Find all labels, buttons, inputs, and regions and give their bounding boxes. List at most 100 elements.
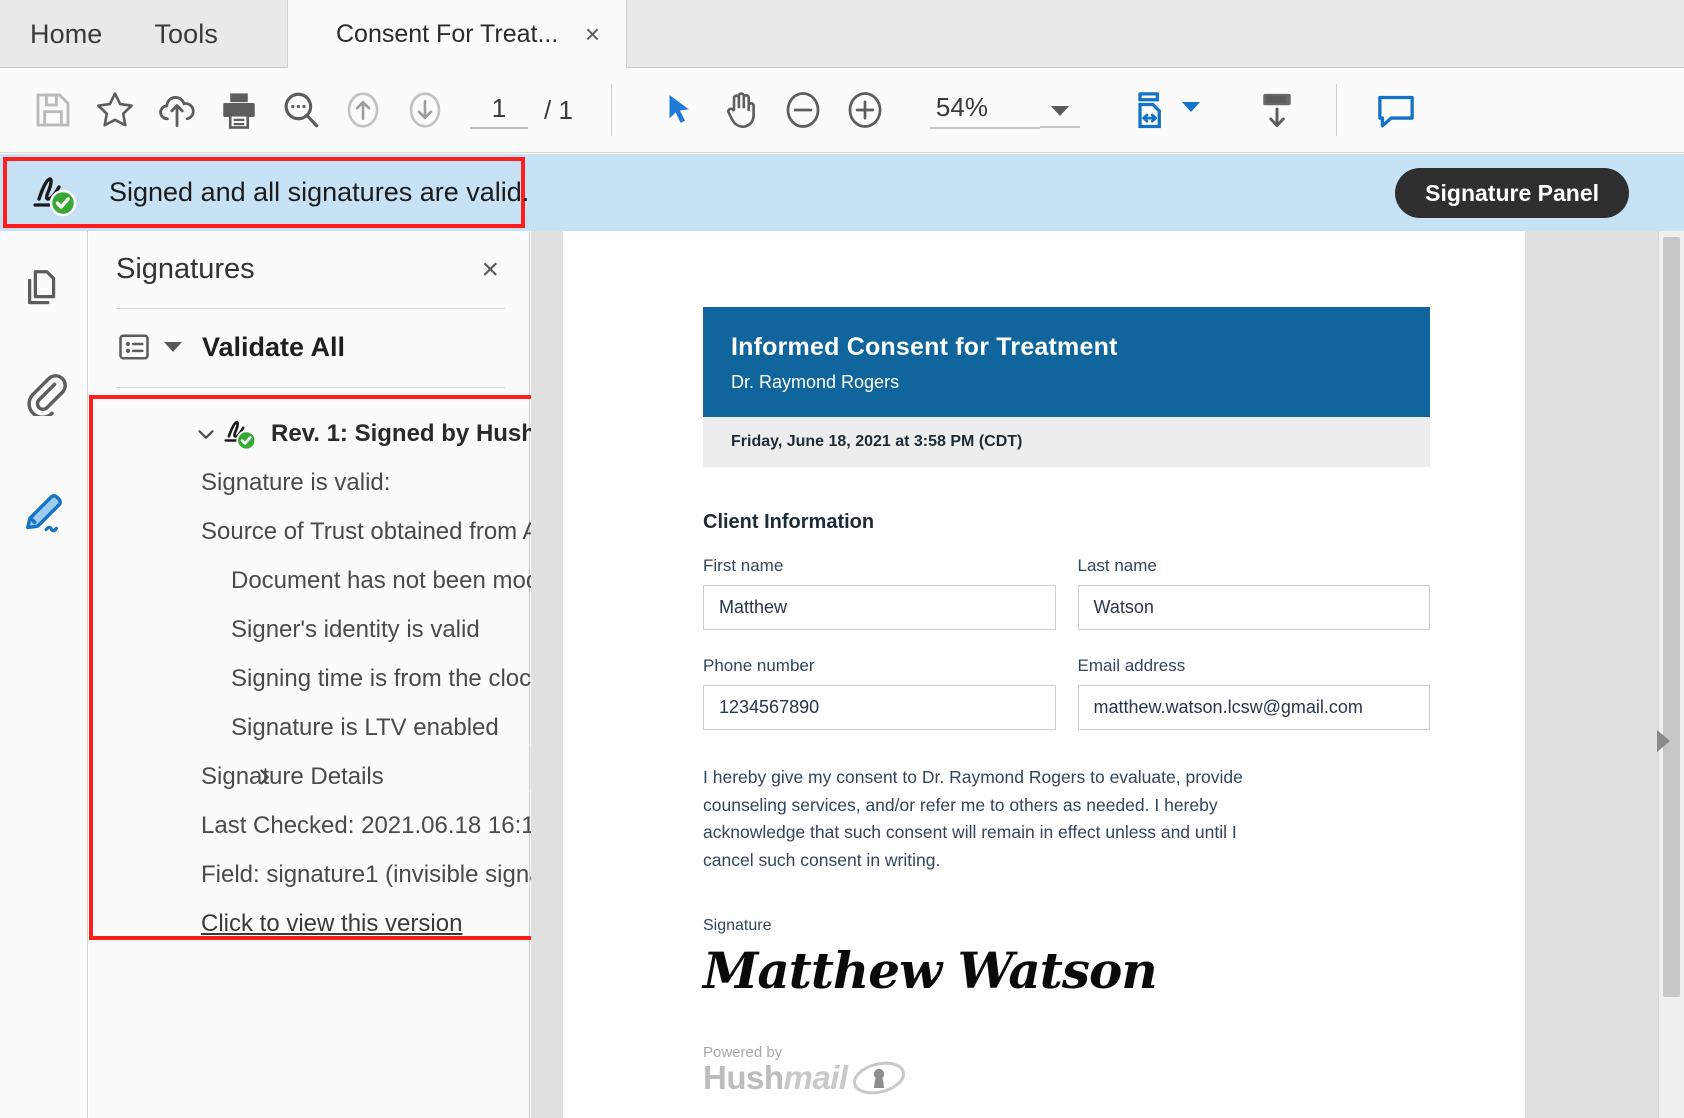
print-icon[interactable] <box>208 79 270 141</box>
signatures-icon[interactable] <box>0 465 88 553</box>
signature-tree-row[interactable]: Field: signature1 (invisible signatur <box>89 850 571 899</box>
close-icon[interactable]: × <box>481 254 499 285</box>
menu-tools[interactable]: Tools <box>128 0 244 68</box>
phone-number-group: Phone number 1234567890 <box>703 656 1056 730</box>
signature-tree-wrap: Rev. 1: Signed by Hush Communic Signature… <box>89 395 667 960</box>
page-thumbnails-icon[interactable] <box>0 245 88 333</box>
document-date: Friday, June 18, 2021 at 3:58 PM (CDT) <box>731 433 1023 450</box>
document-header: Informed Consent for Treatment Dr. Raymo… <box>703 307 1430 417</box>
first-name-field[interactable]: Matthew <box>703 585 1056 630</box>
zoom-level-input[interactable] <box>929 91 1040 129</box>
scrollbar-thumb[interactable] <box>1663 237 1680 997</box>
star-icon[interactable] <box>84 79 146 141</box>
page-total-label: / 1 <box>544 94 573 125</box>
previous-page-icon[interactable] <box>332 79 394 141</box>
signature-tree-row[interactable]: Source of Trust obtained from Ado <box>89 507 565 556</box>
scroll-mode-icon[interactable] <box>1246 79 1308 141</box>
signature-tree-row[interactable]: Signature Details <box>89 752 530 801</box>
chevron-down-icon[interactable] <box>1039 92 1080 128</box>
client-information-heading: Client Information <box>703 511 875 533</box>
signature-tree-label: Signing time is from the clock c <box>231 664 562 692</box>
chevron-right-icon[interactable] <box>247 764 281 790</box>
hushmail-lock-icon <box>852 1061 905 1094</box>
name-field-row: First name Matthew Last name Watson <box>703 556 1430 630</box>
first-name-label: First name <box>703 556 784 575</box>
signature-status-highlight: Signed and all signatures are valid. <box>3 157 529 228</box>
menu-home[interactable]: Home <box>0 0 128 68</box>
signature-status-banner: Signed and all signatures are valid. Sig… <box>0 154 1684 231</box>
page-number-input[interactable] <box>470 91 528 129</box>
last-name-group: Last name Watson <box>1077 556 1430 630</box>
signatures-panel: Signatures × Validate All Rev. 1: Signed… <box>89 231 667 1118</box>
zoom-in-icon[interactable] <box>834 79 896 141</box>
signature-tree-row[interactable]: Rev. 1: Signed by Hush Communic <box>89 409 667 458</box>
toolbar-divider-2 <box>1335 84 1337 136</box>
last-name-label: Last name <box>1077 556 1157 575</box>
signature-valid-icon <box>219 413 267 458</box>
top-menu: Home Tools <box>0 0 1684 68</box>
expand-panel-handle[interactable] <box>1650 719 1676 763</box>
signature-tree-label: Source of Trust obtained from Ado <box>201 517 566 545</box>
email-address-label: Email address <box>1077 656 1186 675</box>
hand-tool-icon[interactable] <box>710 79 772 141</box>
tab-bar: Home Tools Consent For Treat... × <box>0 0 1684 68</box>
search-icon[interactable] <box>270 79 332 141</box>
powered-by-block: Powered by Hushmail <box>703 1044 1430 1097</box>
signature-tree-row[interactable]: Signer's identity is valid <box>89 605 530 654</box>
signature-tree-row[interactable]: Document has not been modifi <box>89 556 557 605</box>
phone-number-label: Phone number <box>703 656 815 675</box>
validate-all-row[interactable]: Validate All <box>89 309 529 365</box>
document-tab[interactable]: Consent For Treat... × <box>287 0 627 68</box>
signature-tree-label[interactable]: Click to view this version <box>201 910 462 938</box>
divider <box>116 387 505 388</box>
side-rail <box>0 231 88 1118</box>
signature-tree-row[interactable]: Click to view this version <box>89 899 530 948</box>
attachments-icon[interactable] <box>0 349 88 437</box>
signature-tree-label: Signature is valid: <box>201 468 391 496</box>
signature-tree-label: Signature Details <box>201 762 384 790</box>
document-title: Informed Consent for Treatment <box>731 333 1118 361</box>
last-name-field[interactable]: Watson <box>1077 585 1430 630</box>
hushmail-logo: Hushmail <box>703 1059 1430 1097</box>
signature-tree-row[interactable]: Signing time is from the clock c <box>89 654 562 703</box>
email-address-group: Email address matthew.watson.lcsw@gmail.… <box>1077 656 1430 730</box>
document-viewer: Informed Consent for Treatment Dr. Raymo… <box>531 231 1684 1118</box>
zoom-out-icon[interactable] <box>772 79 834 141</box>
fit-page-width-icon[interactable] <box>1120 79 1182 141</box>
document-content: Informed Consent for Treatment Dr. Raymo… <box>703 307 1430 1097</box>
select-cursor-icon[interactable] <box>648 79 710 141</box>
main-body: Signatures × Validate All Rev. 1: Signed… <box>0 231 1684 1118</box>
signature-label: Signature <box>703 916 772 934</box>
brand-mail: mail <box>783 1058 849 1096</box>
signature-tree-row[interactable]: Last Checked: 2021.06.18 16:14:4 <box>89 801 568 850</box>
document-subtitle: Dr. Raymond Rogers <box>731 372 900 392</box>
signature-tree-label: Document has not been modifi <box>231 566 557 594</box>
contact-field-row: Phone number 1234567890 Email address ma… <box>703 656 1430 730</box>
signature-image: Matthew Watson <box>703 940 1158 1000</box>
document-page: Informed Consent for Treatment Dr. Raymo… <box>563 231 1525 1118</box>
save-icon[interactable] <box>22 79 84 141</box>
signature-tree-row[interactable]: Signature is LTV enabled <box>89 703 530 752</box>
chevron-down-icon[interactable] <box>189 421 223 447</box>
phone-number-field[interactable]: 1234567890 <box>703 685 1056 730</box>
vertical-scrollbar[interactable] <box>1658 231 1684 1118</box>
consent-paragraph: I hereby give my consent to Dr. Raymond … <box>703 767 1243 870</box>
signature-tree-row[interactable]: Signature is valid: <box>89 458 530 507</box>
toolbar-divider-1 <box>610 84 612 136</box>
validate-all-label: Validate All <box>202 331 346 362</box>
brand-hush: Hush <box>703 1058 784 1096</box>
next-page-icon[interactable] <box>394 79 456 141</box>
document-date-bar: Friday, June 18, 2021 at 3:58 PM (CDT) <box>703 417 1430 467</box>
toolbar: / 1 <box>0 68 1684 153</box>
signature-tree-label: Field: signature1 (invisible signatur <box>201 860 571 888</box>
comment-icon[interactable] <box>1365 79 1427 141</box>
signature-panel-button[interactable]: Signature Panel <box>1395 168 1629 218</box>
signature-tree-label: Signature is LTV enabled <box>231 713 499 741</box>
fit-options-chevron[interactable] <box>1181 102 1200 118</box>
upload-cloud-icon[interactable] <box>146 79 208 141</box>
close-icon[interactable]: × <box>585 21 600 47</box>
email-address-field[interactable]: matthew.watson.lcsw@gmail.com <box>1077 685 1430 730</box>
first-name-group: First name Matthew <box>703 556 1056 630</box>
validate-list-icon[interactable] <box>116 329 182 365</box>
signature-tree-label: Signer's identity is valid <box>231 615 480 643</box>
